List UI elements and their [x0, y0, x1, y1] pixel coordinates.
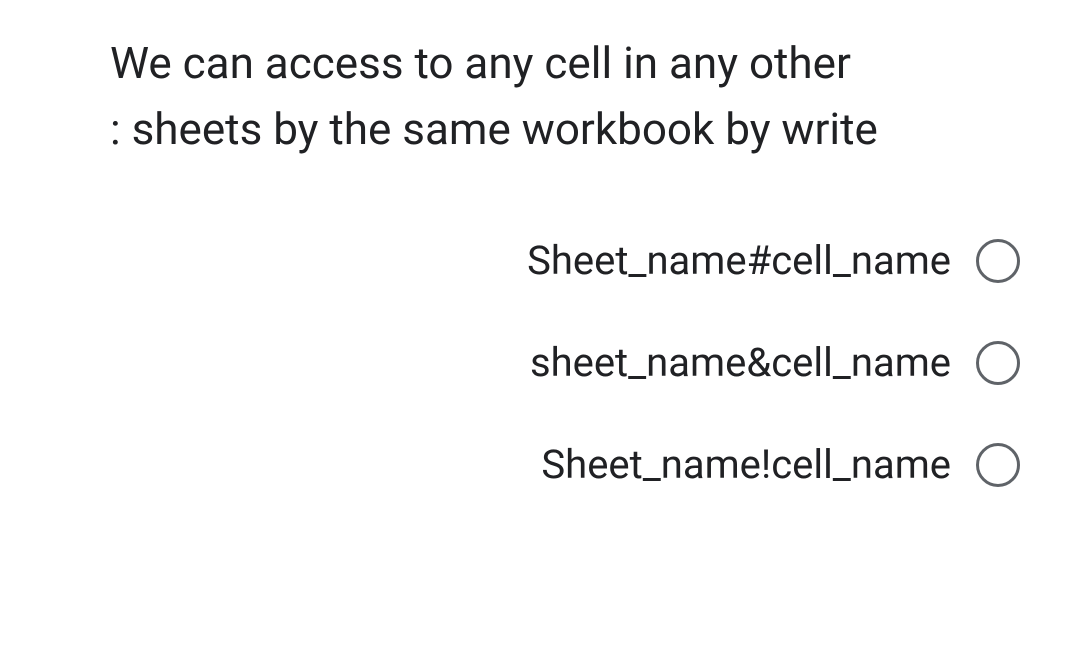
- question-line-2: : sheets by the same workbook by write: [110, 103, 878, 155]
- option-row-0[interactable]: Sheet_name#cell_name: [527, 237, 1020, 284]
- question-text: We can access to any cell in any other :…: [90, 30, 1030, 162]
- option-label-1: sheet_name&cell_name: [530, 339, 951, 386]
- option-label-0: Sheet_name#cell_name: [527, 237, 951, 284]
- radio-unchecked-icon[interactable]: [976, 443, 1020, 487]
- radio-unchecked-icon[interactable]: [976, 239, 1020, 283]
- radio-unchecked-icon[interactable]: [976, 341, 1020, 385]
- options-list: Sheet_name#cell_name sheet_name&cell_nam…: [90, 237, 1030, 488]
- question-line-1: We can access to any cell in any other: [110, 37, 851, 89]
- option-label-2: Sheet_name!cell_name: [541, 441, 951, 488]
- option-row-1[interactable]: sheet_name&cell_name: [530, 339, 1020, 386]
- option-row-2[interactable]: Sheet_name!cell_name: [541, 441, 1020, 488]
